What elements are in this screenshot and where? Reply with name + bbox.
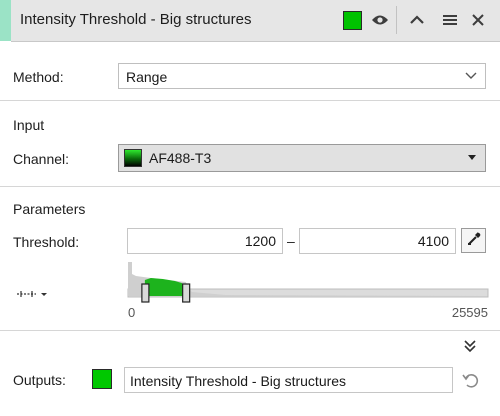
output-name-value: Intensity Threshold - Big structures: [130, 373, 347, 389]
histogram-scale-menu[interactable]: [16, 288, 50, 300]
chevron-up-icon[interactable]: [405, 8, 429, 32]
reset-name-button[interactable]: [461, 370, 481, 390]
dropdown-arrow-icon: [468, 155, 476, 160]
header-color-swatch[interactable]: [343, 11, 362, 30]
header-separator: [396, 6, 397, 34]
channel-dropdown[interactable]: AF488-T3: [118, 144, 486, 172]
panel-accent-bar: [0, 0, 11, 41]
panel-header[interactable]: Intensity Threshold - Big structures: [11, 0, 500, 42]
output-color-swatch[interactable]: [92, 369, 112, 389]
panel-title: Intensity Threshold - Big structures: [20, 11, 252, 28]
chevron-down-icon: [465, 69, 477, 84]
parameters-section-title: Parameters: [13, 201, 86, 217]
histogram-max-label: 25595: [452, 305, 488, 320]
close-icon[interactable]: [466, 8, 490, 32]
eyedropper-button[interactable]: [461, 228, 486, 253]
channel-label: Channel:: [13, 151, 70, 167]
section-divider: [0, 186, 500, 187]
histogram-min-label: 0: [128, 305, 135, 320]
method-value: Range: [126, 69, 168, 85]
double-chevron-down-icon: [464, 340, 476, 353]
threshold-high-input[interactable]: 4100: [299, 228, 456, 254]
section-divider: [0, 330, 500, 331]
undo-icon: [462, 374, 479, 388]
threshold-low-handle[interactable]: [141, 283, 150, 303]
range-separator: –: [287, 233, 295, 249]
scale-options-icon: [17, 291, 47, 297]
channel-color-swatch: [124, 149, 142, 167]
expand-outputs-button[interactable]: [462, 338, 478, 354]
menu-icon[interactable]: [438, 8, 462, 32]
histogram-selected-area: [144, 278, 186, 296]
output-name-input[interactable]: Intensity Threshold - Big structures: [124, 367, 453, 393]
threshold-low-input[interactable]: 1200: [127, 228, 283, 254]
eye-icon[interactable]: [368, 8, 392, 32]
outputs-label: Outputs:: [13, 372, 66, 388]
input-section-title: Input: [13, 117, 45, 133]
channel-value: AF488-T3: [149, 150, 212, 166]
eyedropper-icon: [466, 231, 482, 250]
threshold-panel: Intensity Threshold - Big structures Met…: [0, 0, 500, 416]
threshold-label: Threshold:: [13, 234, 80, 250]
method-label: Method:: [13, 69, 64, 85]
section-divider: [0, 100, 500, 101]
threshold-high-handle[interactable]: [182, 283, 191, 303]
threshold-histogram[interactable]: 0 25595: [124, 258, 494, 328]
method-dropdown[interactable]: Range: [118, 63, 486, 89]
